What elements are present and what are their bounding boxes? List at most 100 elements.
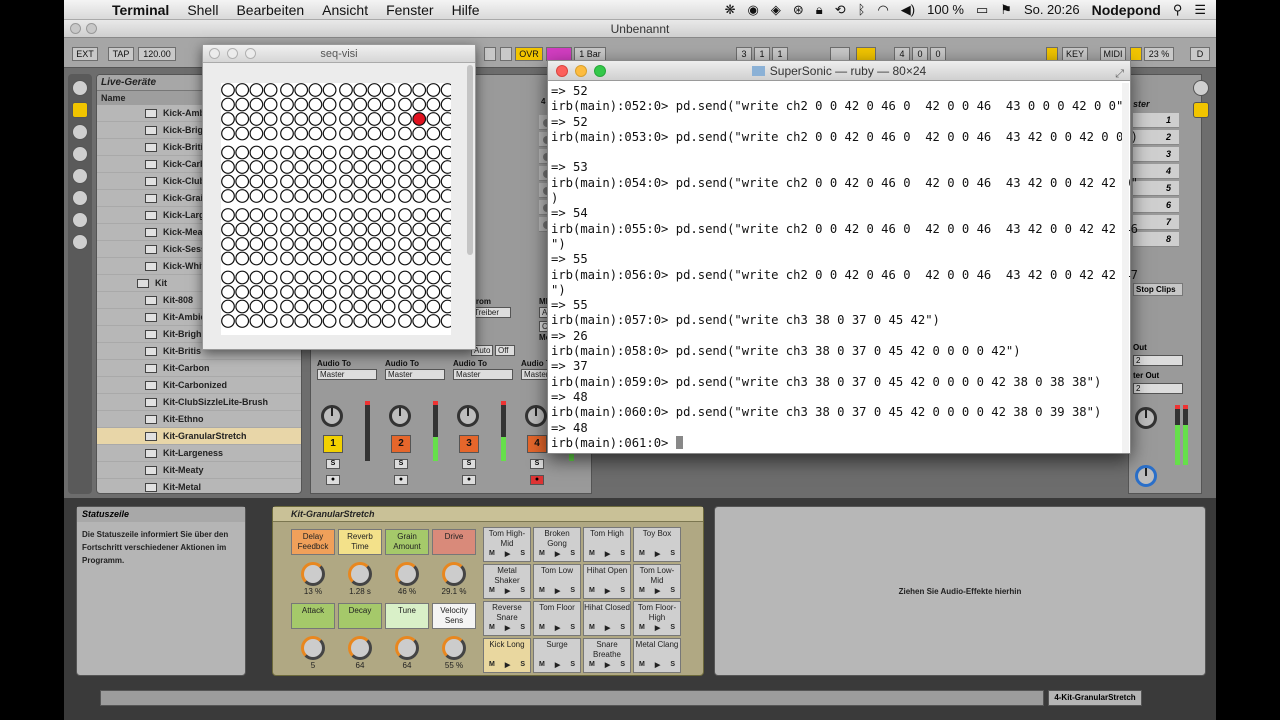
- sequencer-step[interactable]: [235, 112, 250, 126]
- drum-pad[interactable]: Hihat Open M ▶ S: [583, 564, 631, 599]
- macro-control[interactable]: Velocity Sens 55 %: [432, 603, 476, 673]
- pad-solo-button[interactable]: S: [570, 661, 575, 669]
- pad-mute-button[interactable]: M: [489, 550, 495, 558]
- time-machine-icon[interactable]: ⟲: [835, 2, 846, 18]
- sequencer-step[interactable]: [322, 299, 337, 314]
- sequencer-step[interactable]: [440, 174, 451, 189]
- sequencer-step[interactable]: [426, 237, 441, 251]
- sequencer-step[interactable]: [280, 285, 294, 299]
- drum-pad[interactable]: Surge M ▶ S: [533, 638, 581, 673]
- sequencer-step[interactable]: [353, 251, 368, 266]
- midi-map-button[interactable]: MIDI: [1100, 47, 1126, 61]
- input-type-select[interactable]: Treiber: [471, 307, 511, 318]
- pad-solo-button[interactable]: S: [670, 550, 675, 558]
- sequencer-step[interactable]: [398, 237, 412, 251]
- pad-mute-button[interactable]: M: [589, 550, 595, 558]
- sequencer-step[interactable]: [221, 251, 235, 266]
- scene-launch-button[interactable]: 6: [1133, 198, 1179, 213]
- close-icon[interactable]: [70, 23, 81, 34]
- track-volume-knob[interactable]: [457, 405, 479, 427]
- loop-toggle[interactable]: [830, 47, 850, 61]
- menu-app-name[interactable]: Terminal: [104, 2, 178, 18]
- sequencer-step[interactable]: [440, 314, 451, 328]
- sequencer-step[interactable]: [221, 97, 235, 112]
- drum-pad[interactable]: Tom Floor-High M ▶ S: [633, 601, 681, 636]
- track-volume-knob[interactable]: [525, 405, 547, 427]
- sequencer-step[interactable]: [249, 189, 264, 203]
- sequencer-step[interactable]: [235, 208, 250, 222]
- sequencer-step[interactable]: [412, 97, 427, 112]
- stop-clips-button[interactable]: Stop Clips: [1133, 283, 1183, 296]
- plugin-devices-icon[interactable]: [72, 124, 88, 140]
- sequencer-step[interactable]: [322, 270, 337, 285]
- audio-to-select[interactable]: Master: [453, 369, 513, 380]
- pad-play-button[interactable]: ▶: [505, 587, 510, 595]
- menu-ansicht[interactable]: Ansicht: [313, 2, 377, 18]
- sequencer-step[interactable]: [412, 189, 427, 203]
- sequencer-step[interactable]: [280, 174, 294, 189]
- status-star-icon[interactable]: ❋: [725, 2, 736, 18]
- sequencer-step[interactable]: [367, 126, 382, 141]
- sequencer-step[interactable]: [353, 222, 368, 237]
- sequencer-step[interactable]: [339, 112, 353, 126]
- sequencer-step[interactable]: [249, 126, 264, 141]
- sequencer-step[interactable]: [412, 314, 427, 328]
- sequencer-step[interactable]: [322, 189, 337, 203]
- pad-solo-button[interactable]: S: [670, 587, 675, 595]
- live-devices-icon[interactable]: [72, 102, 88, 118]
- pad-solo-button[interactable]: S: [670, 624, 675, 632]
- terminal-output[interactable]: => 52 irb(main):052:0> pd.send("write ch2…: [551, 84, 1138, 451]
- sequencer-step[interactable]: [280, 126, 294, 141]
- sequencer-step[interactable]: [249, 251, 264, 266]
- session-view-icon[interactable]: [1193, 80, 1209, 96]
- sequencer-step[interactable]: [398, 314, 412, 328]
- sequencer-step[interactable]: [322, 126, 337, 141]
- sequencer-step[interactable]: [412, 112, 427, 126]
- pad-solo-button[interactable]: S: [670, 661, 675, 669]
- sequencer-step[interactable]: [308, 237, 323, 251]
- dropbox-icon[interactable]: ◈: [771, 2, 781, 18]
- battery-icon[interactable]: ▭: [976, 2, 988, 18]
- drum-pad[interactable]: Tom High M ▶ S: [583, 527, 631, 562]
- sequencer-step[interactable]: [280, 97, 294, 112]
- sequencer-step[interactable]: [294, 299, 309, 314]
- sequencer-step[interactable]: [308, 222, 323, 237]
- terminal-prompt-line[interactable]: irb(main):061:0>: [551, 435, 1129, 451]
- sequencer-step[interactable]: [353, 270, 368, 285]
- track-activator-button[interactable]: 1: [323, 435, 343, 453]
- pad-solo-button[interactable]: S: [570, 624, 575, 632]
- pad-play-button[interactable]: ▶: [655, 624, 660, 632]
- quantize-menu[interactable]: 1 Bar: [574, 47, 606, 61]
- sequencer-step[interactable]: [381, 112, 396, 126]
- sequencer-step[interactable]: [294, 237, 309, 251]
- pad-mute-button[interactable]: M: [539, 661, 545, 669]
- sequencer-step[interactable]: [308, 97, 323, 112]
- loop-length-sixteenth[interactable]: 0: [930, 47, 946, 61]
- solo-button[interactable]: S: [394, 459, 408, 469]
- sequencer-step[interactable]: [263, 222, 278, 237]
- pad-solo-button[interactable]: S: [520, 624, 525, 632]
- sequencer-step[interactable]: [353, 237, 368, 251]
- fullscreen-icon[interactable]: ⤢: [1115, 64, 1124, 84]
- scene-launch-button[interactable]: 4: [1133, 164, 1179, 179]
- drum-pad[interactable]: Metal Shaker M ▶ S: [483, 564, 531, 599]
- sequencer-step[interactable]: [440, 112, 451, 126]
- pad-solo-button[interactable]: S: [620, 661, 625, 669]
- drum-pad[interactable]: Reverse Snare M ▶ S: [483, 601, 531, 636]
- sequencer-step[interactable]: [426, 299, 441, 314]
- arm-button[interactable]: ●: [394, 475, 408, 485]
- sequencer-step[interactable]: [294, 112, 309, 126]
- sequencer-step[interactable]: [294, 222, 309, 237]
- sequencer-step[interactable]: [221, 237, 235, 251]
- sequencer-step[interactable]: [294, 160, 309, 174]
- sequencer-step[interactable]: [412, 270, 427, 285]
- spotlight-icon[interactable]: ⚲: [1173, 2, 1183, 18]
- scene-launch-button[interactable]: 8: [1133, 232, 1179, 247]
- play-button[interactable]: [484, 47, 496, 61]
- sequencer-step[interactable]: [221, 270, 235, 285]
- macro-control[interactable]: Tune 64: [385, 603, 429, 673]
- pad-mute-button[interactable]: M: [589, 624, 595, 632]
- sequencer-step[interactable]: [235, 222, 250, 237]
- menu-fenster[interactable]: Fenster: [377, 2, 442, 18]
- pad-solo-button[interactable]: S: [570, 587, 575, 595]
